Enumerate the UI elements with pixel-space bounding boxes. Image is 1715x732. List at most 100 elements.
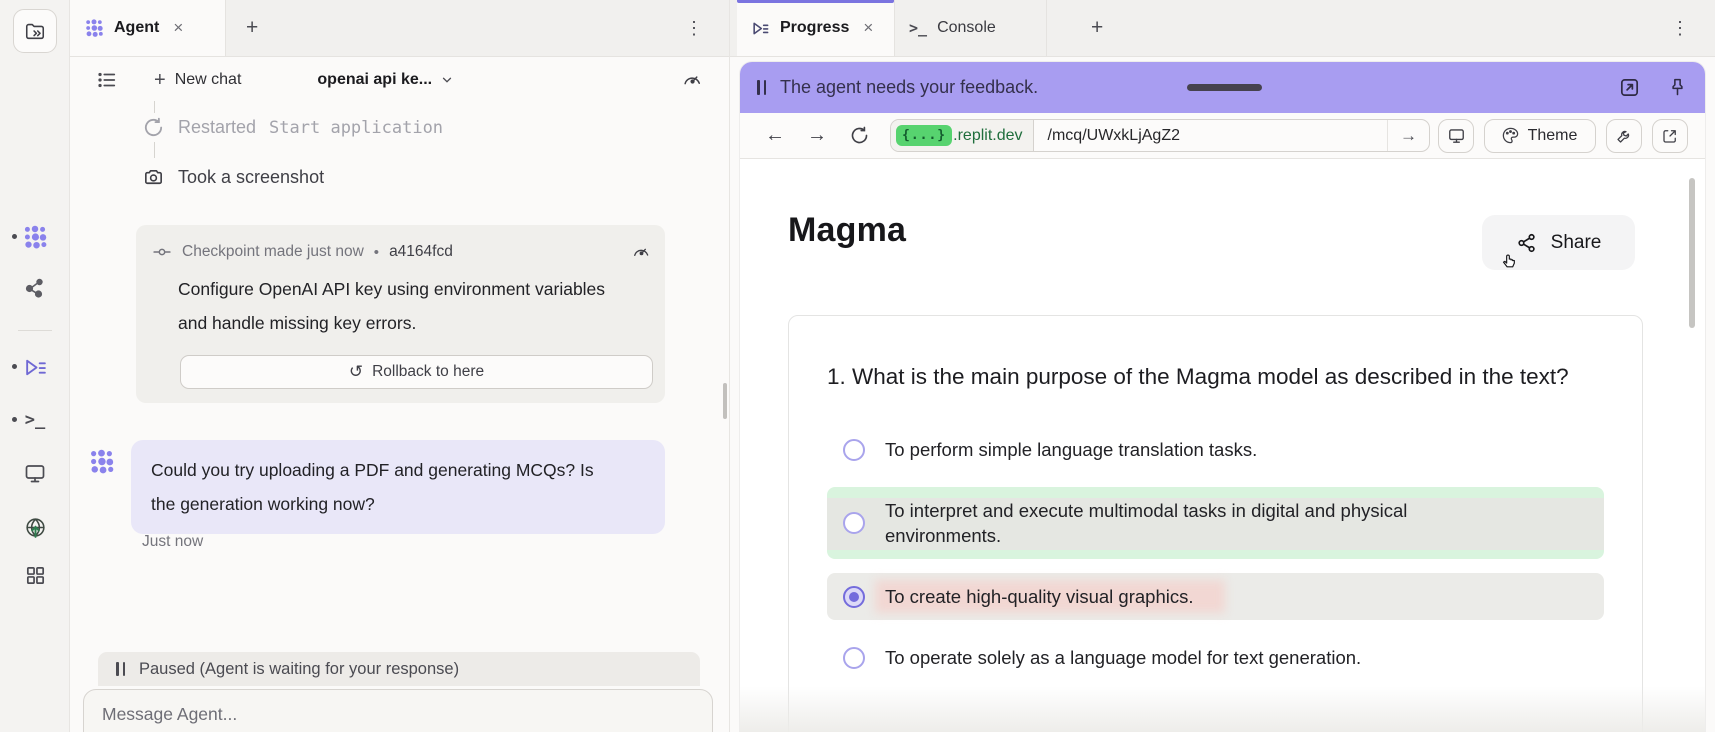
- chevron-down-icon: [440, 73, 454, 87]
- settings-wrench-button[interactable]: [1606, 119, 1642, 153]
- agent-tabbar: Agent × + ⋮: [70, 0, 729, 57]
- tab-progress[interactable]: Progress ×: [737, 0, 895, 56]
- progress-rail-item[interactable]: [21, 353, 49, 381]
- option-row[interactable]: To perform simple language translation t…: [827, 426, 1604, 473]
- tab-progress-label: Progress: [780, 19, 849, 37]
- rail-divider: [18, 330, 52, 331]
- agent-icon: [22, 224, 48, 250]
- option-row-correct[interactable]: To interpret and execute multimodal task…: [827, 487, 1604, 559]
- progress-icon: [751, 19, 770, 38]
- option-label: To operate solely as a language model fo…: [885, 645, 1361, 670]
- agent-avatar: [88, 448, 115, 475]
- user-message-text: Could you try uploading a PDF and genera…: [151, 453, 601, 521]
- usage-gauge-icon[interactable]: [681, 69, 703, 91]
- url-bar[interactable]: {...} .replit.dev /mcq/UWxkLjAgZ2 →: [890, 119, 1430, 152]
- restarted-command: Start application: [269, 118, 443, 138]
- shell-rail-item[interactable]: >_: [21, 406, 49, 434]
- undo-icon: ↺: [349, 362, 363, 382]
- tab-console-label: Console: [937, 19, 996, 37]
- popout-icon[interactable]: [1618, 76, 1641, 99]
- drag-handle[interactable]: [1187, 84, 1262, 91]
- url-domain-segment: {...} .replit.dev: [891, 120, 1034, 151]
- pin-icon[interactable]: [1667, 77, 1688, 98]
- new-tab-button[interactable]: +: [1071, 0, 1123, 56]
- external-link-icon: [1661, 127, 1679, 145]
- new-chat-button[interactable]: + New chat: [154, 69, 241, 92]
- tab-agent[interactable]: Agent ×: [70, 0, 226, 56]
- close-tab-icon[interactable]: ×: [169, 16, 187, 40]
- active-dot: [12, 364, 17, 369]
- page-title: Magma: [788, 211, 906, 250]
- close-tab-icon[interactable]: ×: [859, 16, 877, 40]
- forward-icon[interactable]: →: [799, 124, 835, 147]
- globe-publish-icon: [23, 515, 48, 540]
- rollback-label: Rollback to here: [372, 363, 484, 381]
- terminal-icon: >_: [25, 410, 45, 430]
- publish-rail-item[interactable]: [21, 513, 49, 541]
- timeline-screenshot-row: Took a screenshot: [142, 166, 324, 189]
- panel-menu-icon[interactable]: ⋮: [659, 0, 729, 56]
- terminal-icon: >_: [909, 19, 927, 37]
- pause-icon: [757, 80, 766, 95]
- back-icon[interactable]: ←: [757, 124, 793, 147]
- browser-toolbar: ← → {...} .replit.dev /mcq/UWxkLjAgZ2 →: [740, 113, 1705, 159]
- share-label: Share: [1551, 232, 1602, 254]
- theme-button[interactable]: Theme: [1484, 119, 1596, 153]
- checkpoint-header: Checkpoint made just now • a4164fcd: [152, 242, 651, 262]
- agent-rail-item[interactable]: [21, 223, 49, 251]
- tab-agent-label: Agent: [114, 19, 159, 37]
- question-text: 1. What is the main purpose of the Magma…: [827, 358, 1572, 396]
- panel-menu-icon[interactable]: ⋮: [1645, 0, 1715, 56]
- open-external-button[interactable]: [1652, 119, 1688, 153]
- option-row[interactable]: To operate solely as a language model fo…: [827, 634, 1604, 681]
- monitor-icon: [23, 461, 47, 485]
- plus-icon: +: [154, 69, 166, 92]
- checkpoint-hash: a4164fcd: [389, 243, 453, 261]
- webview-scrollbar[interactable]: [1689, 178, 1695, 328]
- app-preview-card: The agent needs your feedback.: [740, 62, 1705, 732]
- domain-text: .replit.dev: [953, 127, 1022, 145]
- new-tab-button[interactable]: +: [226, 0, 278, 56]
- feedback-banner-label: The agent needs your feedback.: [780, 77, 1038, 98]
- user-message-bubble: Could you try uploading a PDF and genera…: [131, 440, 665, 534]
- graph-rail-item[interactable]: [21, 274, 49, 302]
- apps-grid-icon: [24, 564, 47, 587]
- chat-title-dropdown[interactable]: openai api ke...: [317, 71, 454, 89]
- paused-label: Paused (Agent is waiting for your respon…: [139, 660, 459, 679]
- chat-history-icon[interactable]: [96, 69, 118, 91]
- checkpoint-card: Checkpoint made just now • a4164fcd Conf…: [136, 225, 665, 403]
- rollback-button[interactable]: ↺ Rollback to here: [180, 355, 653, 389]
- domain-chip: {...}: [896, 125, 952, 146]
- reload-icon[interactable]: [841, 125, 878, 146]
- radio-checked[interactable]: [843, 586, 865, 608]
- chat-title: openai api ke...: [317, 71, 432, 89]
- tab-console[interactable]: >_ Console: [895, 0, 1047, 56]
- devtools-button[interactable]: [1438, 119, 1474, 153]
- message-agent-input[interactable]: Message Agent...: [83, 689, 713, 732]
- new-chat-label: New chat: [175, 71, 242, 89]
- webview: Magma Share 1. What i: [740, 159, 1705, 732]
- toggle-sidebar-button[interactable]: [13, 9, 57, 53]
- progress-panel: Progress × >_ Console + ⋮ The agent need…: [730, 0, 1715, 732]
- tool-rail: >_: [0, 0, 70, 732]
- chat-header: + New chat openai api ke...: [70, 57, 729, 103]
- palette-icon: [1501, 126, 1520, 145]
- output-rail-item[interactable]: [21, 459, 49, 487]
- usage-gauge-icon[interactable]: [631, 242, 651, 262]
- go-icon[interactable]: →: [1387, 120, 1429, 151]
- option-row-selected[interactable]: To create high-quality visual graphics.: [827, 573, 1604, 620]
- bullet-separator: •: [374, 244, 379, 261]
- timeline-restart-row: Restarted Start application: [142, 116, 443, 139]
- chat-scrollbar[interactable]: [723, 383, 727, 419]
- wrench-icon: [1615, 127, 1633, 145]
- radio-unchecked[interactable]: [843, 512, 865, 534]
- apps-rail-item[interactable]: [21, 561, 49, 589]
- radio-unchecked[interactable]: [843, 439, 865, 461]
- active-dot: [12, 234, 17, 239]
- camera-icon: [142, 166, 165, 189]
- timeline-connector: [154, 142, 155, 158]
- message-timestamp: Just now: [142, 533, 203, 551]
- radio-unchecked[interactable]: [843, 647, 865, 669]
- mouse-cursor: [1500, 251, 1520, 271]
- replit-workspace: >_: [0, 0, 1715, 732]
